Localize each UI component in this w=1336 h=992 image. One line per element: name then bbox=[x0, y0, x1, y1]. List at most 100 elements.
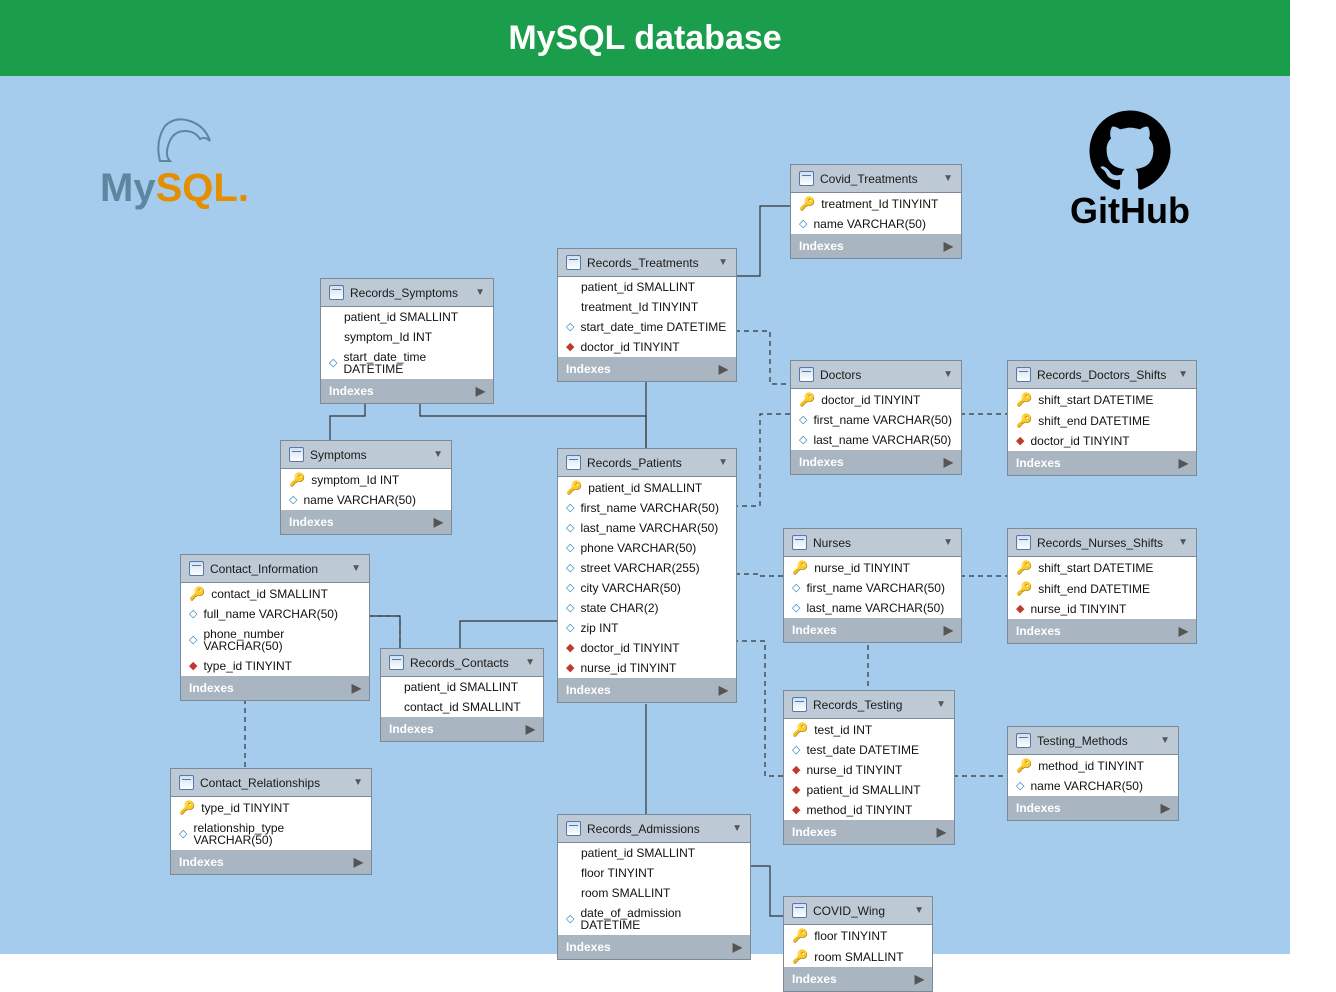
indexes-section[interactable]: Indexes▶ bbox=[784, 967, 932, 991]
column-def: contact_id SMALLINT bbox=[404, 701, 521, 713]
column-def: contact_id SMALLINT bbox=[211, 588, 328, 600]
entity-symptoms[interactable]: Symptoms▼🔑symptom_Id INT◇name VARCHAR(50… bbox=[280, 440, 452, 535]
indexes-section[interactable]: Indexes ▶ bbox=[1008, 619, 1196, 643]
chevron-right-icon[interactable]: ▶ bbox=[719, 362, 728, 376]
entity-covid_wing[interactable]: COVID_Wing▼🔑floor TINYINT🔑room SMALLINTI… bbox=[783, 896, 933, 992]
chevron-right-icon[interactable]: ▶ bbox=[526, 722, 535, 736]
entity-header[interactable]: Contact_Relationships▼ bbox=[171, 769, 371, 797]
entity-records_contacts[interactable]: Records_Contacts▼patient_id SMALLINTcont… bbox=[380, 648, 544, 742]
chevron-right-icon[interactable]: ▶ bbox=[1179, 456, 1188, 470]
entity-records_nurses_shifts[interactable]: Records_Nurses_Shifts▼🔑shift_start DATET… bbox=[1007, 528, 1197, 644]
chevron-down-icon[interactable]: ▼ bbox=[718, 457, 728, 468]
indexes-label: Indexes bbox=[566, 362, 611, 376]
chevron-down-icon[interactable]: ▼ bbox=[351, 563, 361, 574]
chevron-down-icon[interactable]: ▼ bbox=[936, 699, 946, 710]
column-def: patient_id SMALLINT bbox=[344, 311, 458, 323]
entity-doctors[interactable]: Doctors▼🔑doctor_id TINYINT◇first_name VA… bbox=[790, 360, 962, 475]
column-row: ◆nurse_id TINYINT bbox=[784, 760, 954, 780]
indexes-section[interactable]: Indexes▶ bbox=[181, 676, 369, 700]
indexes-section[interactable]: Indexes▶ bbox=[321, 379, 493, 403]
chevron-right-icon[interactable]: ▶ bbox=[1179, 624, 1188, 638]
indexes-section[interactable]: Indexes▶ bbox=[1008, 796, 1178, 820]
entity-header[interactable]: Testing_Methods▼ bbox=[1008, 727, 1178, 755]
chevron-right-icon[interactable]: ▶ bbox=[1161, 801, 1170, 815]
entity-name: Records_Testing bbox=[813, 698, 902, 712]
entity-header[interactable]: Nurses ▼ bbox=[784, 529, 961, 557]
chevron-down-icon[interactable]: ▼ bbox=[1160, 735, 1170, 746]
chevron-down-icon[interactable]: ▼ bbox=[525, 657, 535, 668]
chevron-down-icon[interactable]: ▼ bbox=[943, 537, 953, 548]
column-row: ◇last_name VARCHAR(50) bbox=[558, 518, 736, 538]
chevron-right-icon[interactable]: ▶ bbox=[944, 623, 953, 637]
table-icon bbox=[566, 255, 581, 270]
indexes-label: Indexes bbox=[792, 825, 837, 839]
chevron-right-icon[interactable]: ▶ bbox=[944, 239, 953, 253]
indexes-section[interactable]: Indexes▶ bbox=[1008, 451, 1196, 475]
entity-header[interactable]: Records_Treatments▼ bbox=[558, 249, 736, 277]
indexes-section[interactable]: Indexes▶ bbox=[558, 935, 750, 959]
entity-contact_information[interactable]: Contact_Information▼🔑contact_id SMALLINT… bbox=[180, 554, 370, 701]
entity-name: Nurses bbox=[813, 536, 851, 550]
entity-header[interactable]: Records_Symptoms▼ bbox=[321, 279, 493, 307]
indexes-section[interactable]: Indexes ▶ bbox=[558, 357, 736, 381]
chevron-right-icon[interactable]: ▶ bbox=[476, 384, 485, 398]
entity-header[interactable]: Records_Admissions▼ bbox=[558, 815, 750, 843]
column-def: nurse_id TINYINT bbox=[814, 562, 910, 574]
entity-covid_treatments[interactable]: Covid_Treatments▼🔑treatment_Id TINYINT◇n… bbox=[790, 164, 962, 259]
entity-header[interactable]: Doctors▼ bbox=[791, 361, 961, 389]
indexes-label: Indexes bbox=[1016, 624, 1061, 638]
chevron-right-icon[interactable]: ▶ bbox=[354, 855, 363, 869]
chevron-down-icon[interactable]: ▼ bbox=[732, 823, 742, 834]
indexes-section[interactable]: Indexes▶ bbox=[381, 717, 543, 741]
chevron-right-icon[interactable]: ▶ bbox=[733, 940, 742, 954]
chevron-down-icon[interactable]: ▼ bbox=[718, 257, 728, 268]
entity-header[interactable]: Records_Patients ▼ bbox=[558, 449, 736, 477]
entity-nurses[interactable]: Nurses▼🔑nurse_id TINYINT◇first_name VARC… bbox=[783, 528, 962, 643]
chevron-down-icon[interactable]: ▼ bbox=[1178, 537, 1188, 548]
indexes-label: Indexes bbox=[792, 623, 837, 637]
entity-header[interactable]: Records_Testing ▼ bbox=[784, 691, 954, 719]
chevron-down-icon[interactable]: ▼ bbox=[433, 449, 443, 460]
indexes-section[interactable]: Indexes▶ bbox=[171, 850, 371, 874]
column-def: nurse_id TINYINT bbox=[806, 764, 902, 776]
entity-records_symptoms[interactable]: Records_Symptoms▼patient_id SMALLINTsymp… bbox=[320, 278, 494, 404]
column-def: symptom_Id INT bbox=[311, 474, 399, 486]
entity-records_doctors_shifts[interactable]: Records_Doctors_Shifts▼🔑shift_start DATE… bbox=[1007, 360, 1197, 476]
entity-header[interactable]: Records_Contacts ▼ bbox=[381, 649, 543, 677]
chevron-right-icon[interactable]: ▶ bbox=[937, 825, 946, 839]
entity-header[interactable]: Records_Nurses_Shifts▼ bbox=[1008, 529, 1196, 557]
entity-records_testing[interactable]: Records_Testing▼🔑test_id INT◇test_date D… bbox=[783, 690, 955, 845]
indexes-section[interactable]: Indexes▶ bbox=[558, 678, 736, 702]
entity-name: Records_Contacts bbox=[410, 656, 509, 670]
chevron-right-icon[interactable]: ▶ bbox=[434, 515, 443, 529]
entity-header[interactable]: Symptoms▼ bbox=[281, 441, 451, 469]
chevron-right-icon[interactable]: ▶ bbox=[719, 683, 728, 697]
chevron-down-icon[interactable]: ▼ bbox=[353, 777, 363, 788]
entity-contact_relationships[interactable]: Contact_Relationships▼🔑type_id TINYINT◇r… bbox=[170, 768, 372, 875]
entity-records_treatments[interactable]: Records_Treatments▼patient_id SMALLINTtr… bbox=[557, 248, 737, 382]
entity-records_patients[interactable]: Records_Patients▼🔑patient_id SMALLINT◇fi… bbox=[557, 448, 737, 703]
column-row: ◇name VARCHAR(50) bbox=[791, 214, 961, 234]
entity-testing_methods[interactable]: Testing_Methods▼🔑method_id TINYINT◇name … bbox=[1007, 726, 1179, 821]
indexes-label: Indexes bbox=[799, 455, 844, 469]
indexes-section[interactable]: Indexes ▶ bbox=[784, 618, 961, 642]
chevron-right-icon[interactable]: ▶ bbox=[944, 455, 953, 469]
chevron-down-icon[interactable]: ▼ bbox=[475, 287, 485, 298]
indexes-section[interactable]: Indexes▶ bbox=[791, 234, 961, 258]
indexes-section[interactable]: Indexes ▶ bbox=[784, 820, 954, 844]
entity-header[interactable]: Contact_Information▼ bbox=[181, 555, 369, 583]
entity-records_admissions[interactable]: Records_Admissions▼patient_id SMALLINTfl… bbox=[557, 814, 751, 960]
entity-header[interactable]: COVID_Wing▼ bbox=[784, 897, 932, 925]
column-row: 🔑shift_end DATETIME bbox=[1008, 410, 1196, 431]
chevron-down-icon[interactable]: ▼ bbox=[943, 173, 953, 184]
indexes-section[interactable]: Indexes▶ bbox=[281, 510, 451, 534]
chevron-down-icon[interactable]: ▼ bbox=[1178, 369, 1188, 380]
entity-header[interactable]: Covid_Treatments▼ bbox=[791, 165, 961, 193]
chevron-right-icon[interactable]: ▶ bbox=[352, 681, 361, 695]
chevron-down-icon[interactable]: ▼ bbox=[943, 369, 953, 380]
entity-header[interactable]: Records_Doctors_Shifts▼ bbox=[1008, 361, 1196, 389]
chevron-right-icon[interactable]: ▶ bbox=[915, 972, 924, 986]
entity-name: Records_Patients bbox=[587, 456, 682, 470]
chevron-down-icon[interactable]: ▼ bbox=[914, 905, 924, 916]
indexes-section[interactable]: Indexes ▶ bbox=[791, 450, 961, 474]
